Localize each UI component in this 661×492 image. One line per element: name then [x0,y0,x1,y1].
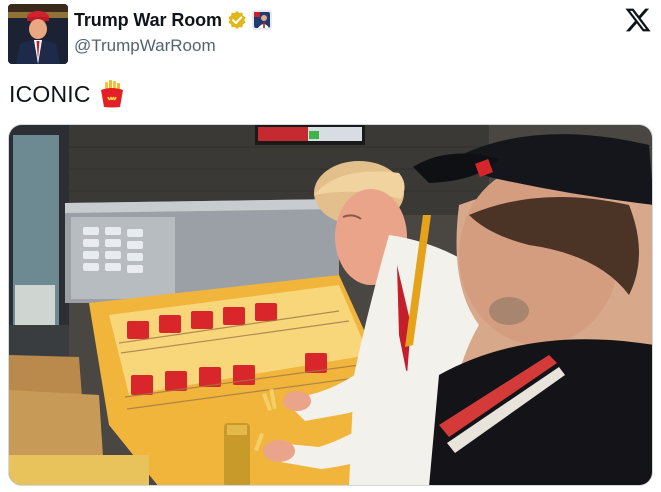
affiliate-badge-icon[interactable] [251,10,272,30]
tweet-media-video[interactable] [8,124,653,486]
tweet-text: ICONIC [9,80,125,108]
user-info: Trump War Room @TrumpWarRoom [74,8,272,56]
tweet-text-content: ICONIC [9,80,91,107]
tweet-card: Trump War Room @TrumpWarRoom ICONIC [0,0,661,492]
gold-verified-badge-icon [227,10,247,30]
profile-avatar[interactable] [8,4,68,64]
x-logo-icon[interactable] [624,6,652,34]
display-name[interactable]: Trump War Room [74,10,222,31]
name-row: Trump War Room [74,8,272,32]
account-handle[interactable]: @TrumpWarRoom [74,36,272,56]
french-fries-emoji-icon [99,80,125,108]
